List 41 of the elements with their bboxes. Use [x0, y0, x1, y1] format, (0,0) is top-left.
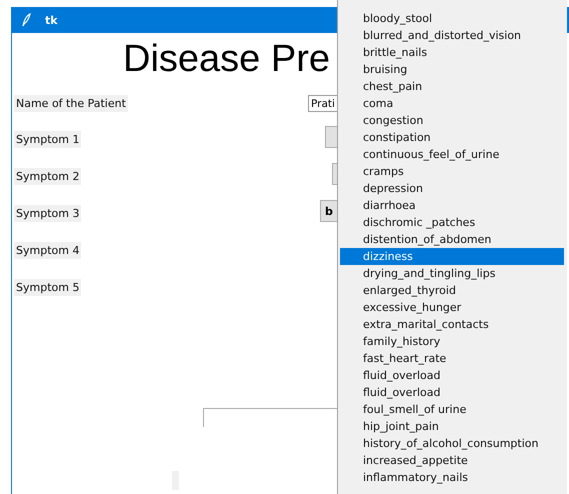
app-heading: Disease Pre: [123, 37, 330, 82]
dropdown-option[interactable]: fluid_overload: [340, 384, 564, 401]
dropdown-option[interactable]: distention_of_abdomen: [340, 231, 564, 248]
dropdown-option[interactable]: congestion: [340, 112, 564, 129]
dropdown-option[interactable]: coma: [340, 95, 564, 112]
dropdown-option[interactable]: drying_and_tingling_lips: [340, 265, 564, 282]
dropdown-option[interactable]: constipation: [340, 129, 564, 146]
symptom-dropdown-button[interactable]: [332, 163, 337, 185]
dropdown-option[interactable]: cramps: [340, 163, 564, 180]
dropdown-option[interactable]: depression: [340, 180, 564, 197]
dropdown-option[interactable]: bruising: [340, 61, 564, 78]
dropdown-option[interactable]: dizziness: [340, 248, 564, 265]
dropdown-option[interactable]: family_history: [340, 333, 564, 350]
symptom-label: Symptom 2: [14, 168, 82, 185]
patient-name-field[interactable]: Prati: [308, 95, 337, 112]
dropdown-option[interactable]: fast_heart_rate: [340, 350, 564, 367]
symptom-label: Symptom 1: [14, 131, 82, 148]
dropdown-option[interactable]: fluid_overload: [340, 367, 564, 384]
dropdown-option[interactable]: bloody_stool: [340, 10, 564, 27]
window-title: tk: [45, 14, 58, 26]
dropdown-option[interactable]: inflammatory_nails: [340, 469, 564, 486]
dropdown-option[interactable]: increased_appetite: [340, 452, 564, 469]
symptom-label: Symptom 3: [14, 205, 82, 222]
dropdown-option[interactable]: hip_joint_pain: [340, 418, 564, 435]
feather-icon: [21, 13, 31, 27]
symptom-dropdown-button[interactable]: b: [320, 200, 337, 222]
dropdown-option[interactable]: dischromic _patches: [340, 214, 564, 231]
symptom-label: Symptom 5: [14, 279, 82, 296]
dropdown-option[interactable]: extra_marital_contacts: [340, 316, 564, 333]
patient-name-label: Name of the Patient: [14, 95, 128, 112]
dropdown-option[interactable]: foul_smell_of urine: [340, 401, 564, 418]
dropdown-option[interactable]: excessive_hunger: [340, 299, 564, 316]
dropdown-option[interactable]: continuous_feel_of_urine: [340, 146, 564, 163]
symptom-label: Symptom 4: [14, 242, 82, 259]
dropdown-option[interactable]: history_of_alcohol_consumption: [340, 435, 564, 452]
dropdown-option[interactable]: diarrhoea: [340, 197, 564, 214]
dropdown-option[interactable]: brittle_nails: [340, 44, 564, 61]
symptom-dropdown-button[interactable]: [325, 126, 337, 148]
dropdown-option[interactable]: blurred_and_distorted_vision: [340, 27, 564, 44]
dropdown-option[interactable]: enlarged_thyroid: [340, 282, 564, 299]
dropdown-option[interactable]: chest_pain: [340, 78, 564, 95]
